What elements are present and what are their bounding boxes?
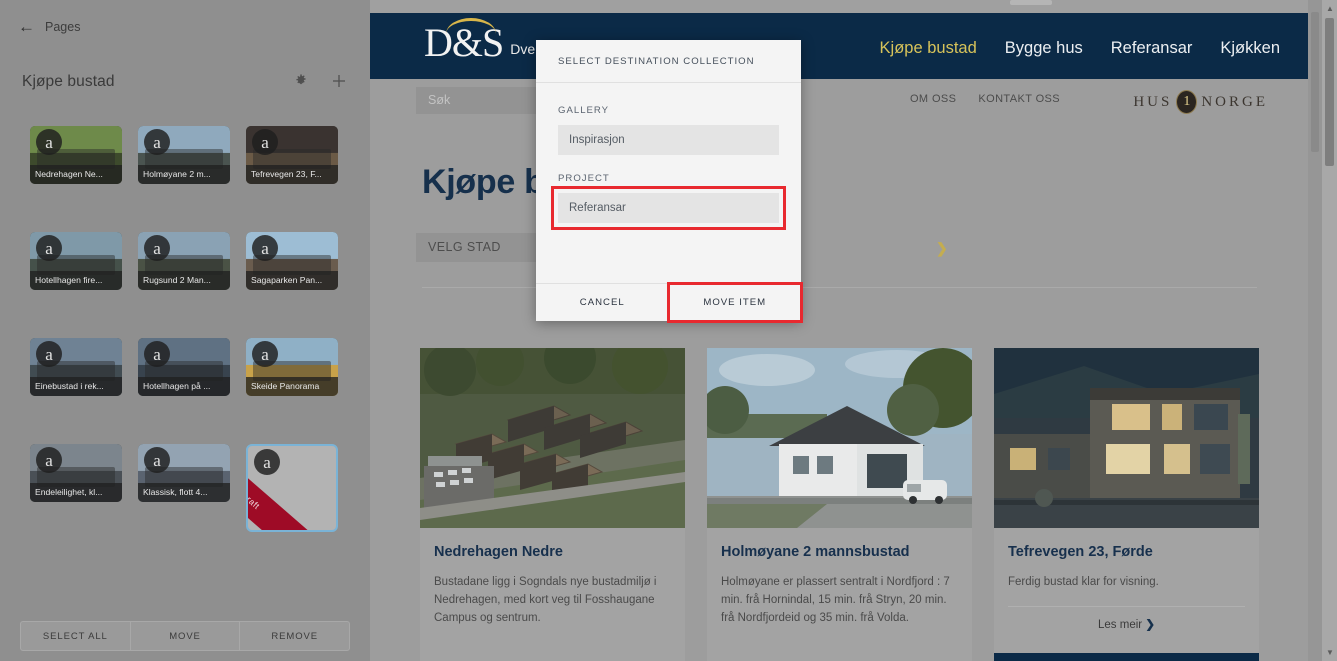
scroll-up-icon[interactable]: ▲ xyxy=(1326,4,1334,13)
modal-footer: CANCEL MOVE ITEM xyxy=(536,282,803,323)
window-scrollbar-thumb[interactable] xyxy=(1325,18,1334,166)
modal-heading: SELECT DESTINATION COLLECTION xyxy=(536,40,801,83)
option-inspirasjon[interactable]: Inspirasjon xyxy=(558,125,779,155)
app-root: ← Pages Kjøpe bustad a Nedrehagen Ne... a H… xyxy=(0,0,1337,661)
cancel-button[interactable]: CANCEL xyxy=(536,284,669,321)
group-label-project: PROJECT xyxy=(558,173,610,184)
select-destination-modal: SELECT DESTINATION COLLECTION GALLERY In… xyxy=(536,40,803,323)
modal-body: GALLERY Inspirasjon PROJECT Referansar xyxy=(536,83,801,283)
modal-overlay: SELECT DESTINATION COLLECTION GALLERY In… xyxy=(0,0,1337,661)
group-label-gallery: GALLERY xyxy=(558,105,610,116)
window-scrollbar[interactable]: ▲ ▼ xyxy=(1322,0,1337,661)
option-referansar[interactable]: Referansar xyxy=(551,186,786,230)
scroll-down-icon[interactable]: ▼ xyxy=(1326,648,1334,657)
move-item-button[interactable]: MOVE ITEM xyxy=(666,282,803,323)
